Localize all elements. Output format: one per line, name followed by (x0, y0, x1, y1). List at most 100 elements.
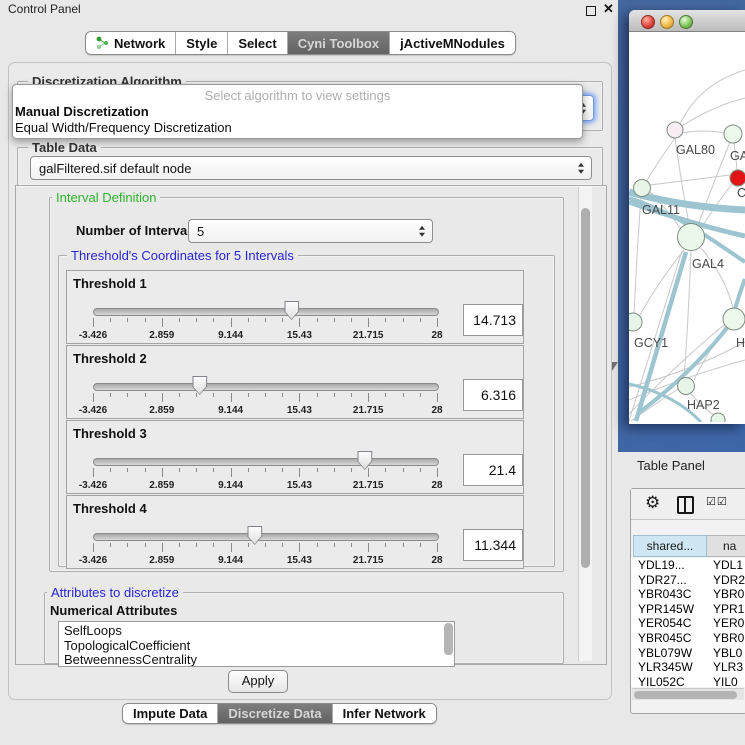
number-of-intervals-combo[interactable]: 5 (188, 219, 433, 243)
slider-track[interactable] (93, 458, 439, 466)
tab-select[interactable]: Select (228, 32, 287, 54)
table-row[interactable]: YBR045CYBR0 (631, 631, 745, 646)
threshold-4-slider[interactable]: -3.4262.8599.14415.4321.71528 (93, 525, 437, 567)
numerical-attributes-list[interactable]: SelfLoopsTopologicalCoefficientBetweenne… (58, 621, 455, 667)
mouse-cursor (612, 362, 618, 371)
attribute-list-item[interactable]: SelfLoops (59, 624, 454, 639)
network-node-label: GCY1 (634, 336, 668, 350)
slider-track[interactable] (93, 383, 439, 391)
network-node[interactable] (730, 170, 745, 186)
tab-infer-network[interactable]: Infer Network (333, 704, 436, 723)
dropdown-option-equal-width[interactable]: Equal Width/Frequency Discretization (15, 120, 232, 135)
tab-discretize-data-label: Discretize Data (228, 706, 321, 721)
network-canvas[interactable]: GAL80GAGAL11CGAL4GCY1HHAP2 (629, 32, 745, 422)
apply-button[interactable]: Apply (228, 670, 288, 693)
horizontal-scrollbar[interactable] (632, 688, 744, 700)
threshold-3-slider[interactable]: -3.4262.8599.14415.4321.71528 (93, 450, 437, 492)
combo-arrows-icon (419, 226, 425, 237)
network-edge[interactable] (684, 251, 691, 378)
table-row[interactable]: YDL19...YDL1 (631, 558, 745, 573)
network-view-window[interactable]: GAL80GAGAL11CGAL4GCY1HHAP2 (629, 10, 745, 424)
tab-cyni-toolbox[interactable]: Cyni Toolbox (288, 32, 390, 54)
threshold-4-value[interactable]: 11.344 (463, 529, 523, 561)
list-scrollbar[interactable] (444, 623, 453, 655)
network-node[interactable] (711, 413, 725, 422)
slider-track[interactable] (93, 308, 439, 316)
slider-ticks (93, 468, 437, 479)
column-header-shared[interactable]: shared... (633, 535, 707, 557)
close-icon[interactable]: ✕ (603, 1, 614, 17)
tab-network-label: Network (114, 36, 165, 51)
network-node-label: C (737, 186, 745, 200)
table-body[interactable]: YDL19...YDL1YDR27...YDR2YBR043CYBR0YPR14… (631, 558, 745, 687)
table-panel-title: Table Panel (637, 458, 705, 473)
tab-select-label: Select (238, 36, 276, 51)
hscrollbar-thumb[interactable] (634, 691, 737, 699)
network-node[interactable] (678, 224, 705, 251)
network-edge[interactable] (646, 138, 675, 182)
table-row[interactable]: YBL079WYBL0 (631, 646, 745, 661)
table-row[interactable]: YIL052CYIL0 (631, 675, 745, 687)
threshold-2-label: Threshold 2 (73, 351, 147, 366)
column-header-name[interactable]: na (707, 535, 745, 557)
network-node[interactable] (678, 378, 695, 395)
tab-style-label: Style (186, 36, 217, 51)
settings-scrollbar[interactable] (578, 187, 592, 661)
column-browse-icon[interactable] (677, 496, 694, 514)
table-row[interactable]: YER054CYER0 (631, 616, 745, 631)
tab-jactivemnodules-label: jActiveMNodules (400, 36, 505, 51)
table-panel-toolbar: ⚙ ☑☑ (631, 489, 745, 520)
network-node[interactable] (723, 308, 745, 330)
attribute-list-item[interactable]: BetweennessCentrality (59, 653, 454, 667)
number-of-intervals-value: 5 (197, 224, 204, 239)
table-data-group: Table Data galFiltered.sif default node (17, 147, 603, 186)
network-edge[interactable] (634, 196, 641, 313)
float-window-icon[interactable] (586, 6, 596, 16)
threshold-2-value[interactable]: 6.316 (463, 379, 523, 411)
slider-tick-labels: -3.4262.8599.14415.4321.71528 (93, 480, 437, 492)
network-node[interactable] (724, 125, 742, 143)
thresholds-group: Threshold's Coordinates for 5 Intervals … (58, 255, 555, 567)
network-node[interactable] (629, 313, 642, 331)
tab-impute-data[interactable]: Impute Data (123, 704, 218, 723)
network-edge[interactable] (650, 175, 730, 185)
tab-discretize-data[interactable]: Discretize Data (218, 704, 332, 723)
threshold-1-slider[interactable]: -3.4262.8599.14415.4321.71528 (93, 300, 437, 342)
select-columns-icons[interactable]: ☑☑ (706, 495, 728, 508)
network-window-titlebar[interactable] (629, 10, 745, 32)
threshold-3-panel: Threshold 3 -3.4262.8599.14415.4321.7152… (66, 420, 524, 494)
network-node-label: H (736, 336, 745, 350)
threshold-2-slider[interactable]: -3.4262.8599.14415.4321.71528 (93, 375, 437, 417)
slider-tick-labels: -3.4262.8599.14415.4321.71528 (93, 555, 437, 567)
dropdown-hint: Select algorithm to view settings (13, 88, 582, 103)
table-row[interactable]: YLR345WYLR3 (631, 660, 745, 675)
threshold-3-value[interactable]: 21.4 (463, 454, 523, 486)
dropdown-option-manual[interactable]: Manual Discretization (15, 104, 149, 119)
scrollbar-thumb[interactable] (581, 208, 590, 568)
network-icon (96, 36, 109, 50)
tab-network[interactable]: Network (86, 32, 176, 54)
table-data-combo[interactable]: galFiltered.sif default node (30, 156, 592, 180)
network-edge-thick[interactable] (735, 279, 745, 309)
right-region: GAL80GAGAL11CGAL4GCY1HHAP2 Table Panel ⚙… (618, 0, 745, 745)
threshold-1-value[interactable]: 14.713 (463, 304, 523, 336)
tab-style[interactable]: Style (176, 32, 228, 54)
close-button[interactable] (641, 15, 655, 29)
network-node[interactable] (634, 180, 651, 197)
slider-track[interactable] (93, 533, 439, 541)
table-row[interactable]: YPR145WYPR1 (631, 602, 745, 617)
table-row[interactable]: YBR043CYBR0 (631, 587, 745, 602)
minimize-button[interactable] (660, 15, 674, 29)
table-row[interactable]: YDR27...YDR2 (631, 573, 745, 588)
network-edge[interactable] (682, 131, 724, 133)
interval-definition-group: Interval Definition Number of Intervals … (49, 197, 564, 572)
gear-icon[interactable]: ⚙ (645, 493, 660, 513)
network-node[interactable] (667, 122, 683, 138)
attribute-list-item[interactable]: TopologicalCoefficient (59, 639, 454, 654)
network-edge[interactable] (682, 98, 745, 126)
tab-jactivemnodules[interactable]: jActiveMNodules (390, 32, 515, 54)
network-edge[interactable] (680, 70, 745, 124)
algorithm-dropdown-popup: Select algorithm to view settings Manual… (12, 84, 583, 139)
zoom-button[interactable] (679, 15, 693, 29)
table-panel-box: ⚙ ☑☑ shared... na YDL19...YDL1YDR27...YD… (630, 488, 745, 714)
